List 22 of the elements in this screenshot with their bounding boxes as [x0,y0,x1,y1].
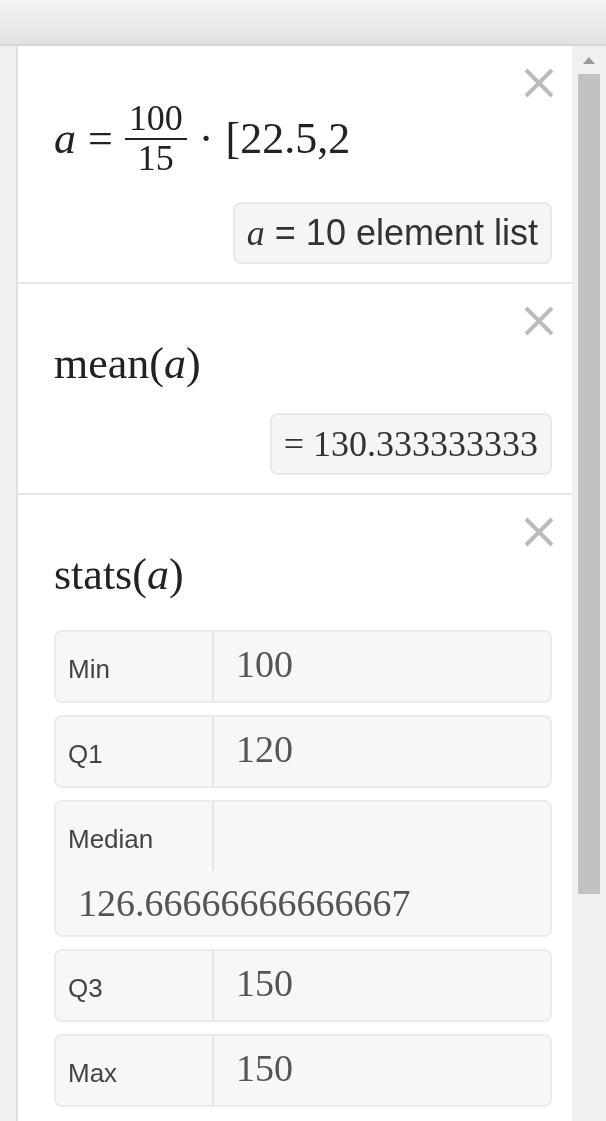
variable: a [54,113,76,165]
dot-operator: · [198,113,214,165]
stat-value: 150 [235,960,294,1006]
list-expression: [22.5,2 [225,113,351,165]
expression-formula: stats(a) [54,548,184,600]
scrollbar[interactable] [572,46,606,1121]
stat-value: 120 [235,726,294,772]
scroll-thumb[interactable] [578,74,600,894]
stat-value: 150 [235,1045,294,1091]
equals-sign: = [88,113,113,165]
fraction: 100 15 [124,100,187,178]
stat-value: 100 [235,641,294,687]
close-icon[interactable] [522,66,556,100]
stat-label: Q3 [56,950,214,1020]
stat-label: Q1 [56,716,214,786]
stat-label: Median [56,801,214,871]
result-label: a = 10 element list [232,201,552,264]
result-value: = 130.333333333 [269,412,552,475]
stat-label: Max [56,1035,214,1105]
expression-formula: mean(a) [54,337,201,389]
stat-value: 126.66666666666667 [77,880,412,926]
stat-label: Min [56,631,214,701]
